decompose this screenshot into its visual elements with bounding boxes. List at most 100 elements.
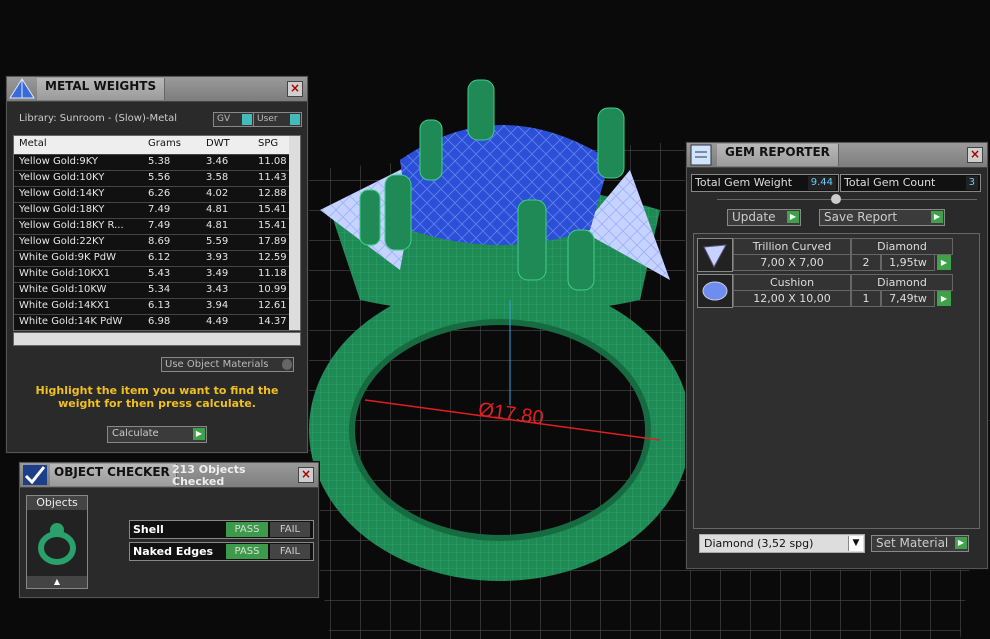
table-row[interactable]: White Gold:9K PdW 6.12 3.93 12.59 (14, 250, 289, 267)
metal-table[interactable]: Metal Grams DWT SPG Yellow Gold:9KY 5.38 3… (13, 135, 301, 331)
table-cell: 5.38 (148, 156, 171, 167)
table-cell: 12.88 (258, 188, 287, 199)
gem-count: 1 (851, 290, 881, 307)
metal-weights-title: METAL WEIGHTS (37, 78, 166, 100)
checkmark-icon (23, 465, 47, 485)
gem-reporter-titlebar[interactable]: GEM REPORTER × (687, 143, 987, 168)
close-icon[interactable]: × (967, 147, 983, 163)
object-checker-panel: OBJECT CHECKER 213 Objects Checked × Obj… (19, 462, 319, 598)
col-dwt[interactable]: DWT (206, 138, 230, 149)
panel-divider[interactable] (717, 199, 977, 200)
gem-count: 2 (851, 254, 881, 271)
col-metal[interactable]: Metal (19, 138, 47, 149)
table-row[interactable]: Yellow Gold:10KY 5.56 3.58 11.43 (14, 170, 289, 187)
table-row[interactable]: Yellow Gold:18KY 7.49 4.81 15.41 (14, 202, 289, 219)
fail-indicator: FAIL (270, 522, 310, 537)
use-object-materials-label: Use Object Materials (165, 359, 269, 370)
play-icon: ▶ (787, 211, 799, 223)
total-gem-weight-label: Total Gem Weight (695, 176, 793, 189)
col-spg[interactable]: SPG (258, 138, 278, 149)
divider-handle-icon[interactable] (831, 194, 841, 204)
gem-reporter-title: GEM REPORTER (717, 144, 839, 166)
col-grams[interactable]: Grams (148, 138, 181, 149)
save-report-button[interactable]: Save Report ▶ (819, 209, 945, 226)
fail-indicator: FAIL (270, 544, 310, 559)
gv-toggle[interactable]: GV (213, 112, 254, 127)
objects-label: Objects (27, 496, 87, 510)
gem-row[interactable]: Trillion Curved Diamond 7,00 X 7,00 2 1,95tw… (697, 238, 957, 272)
gem-reporter-panel: GEM REPORTER × Total Gem Weight 9.44 Tot… (686, 142, 988, 569)
table-cell: 5.56 (148, 172, 171, 183)
table-cell: 3.94 (206, 300, 229, 311)
table-cell: 6.12 (148, 252, 171, 263)
table-cell: 3.93 (206, 252, 229, 263)
play-icon[interactable]: ▶ (937, 291, 951, 306)
gem-size: 7,00 X 7,00 (733, 254, 851, 271)
metal-weights-titlebar[interactable]: METAL WEIGHTS × (7, 77, 307, 102)
user-label: User (257, 114, 278, 124)
ring-thumbnail-icon[interactable] (27, 512, 87, 572)
table-row[interactable]: Yellow Gold:14KY 6.26 4.02 12.88 (14, 186, 289, 203)
table-cell: 5.43 (148, 268, 171, 279)
total-gem-count-value: 3 (965, 176, 978, 190)
gem-row[interactable]: Cushion Diamond 12,00 X 10,00 1 7,49tw ▶ (697, 274, 957, 308)
table-cell: 6.98 (148, 316, 171, 327)
set-material-button[interactable]: Set Material ▶ (871, 535, 969, 552)
play-icon[interactable]: ▶ (937, 255, 951, 270)
check-name: Shell (133, 523, 164, 536)
user-toggle[interactable]: User (253, 112, 302, 127)
update-button[interactable]: Update ▶ (727, 209, 801, 226)
total-gem-weight-value: 9.44 (807, 176, 836, 190)
table-cell: White Gold:14K PdW (19, 316, 123, 327)
table-cell: 8.69 (148, 236, 171, 247)
table-cell: 7.49 (148, 204, 171, 215)
table-cell: 4.81 (206, 204, 229, 215)
object-checker-titlebar[interactable]: OBJECT CHECKER 213 Objects Checked × (20, 463, 318, 488)
total-gem-count-label: Total Gem Count (844, 176, 936, 189)
table-cell: 11.18 (258, 268, 287, 279)
calculate-button[interactable]: Calculate ▶ (107, 426, 207, 443)
gem-size: 12,00 X 10,00 (733, 290, 851, 307)
close-icon[interactable]: × (287, 81, 303, 97)
instruction-note: Highlight the item you want to find the … (35, 384, 279, 410)
check-row: Naked Edges PASS FAIL (129, 542, 314, 561)
table-cell: 3.49 (206, 268, 229, 279)
table-cell: 10.99 (258, 284, 287, 295)
table-cell: White Gold:10KX1 (19, 268, 111, 279)
gem-material: Diamond (851, 274, 953, 291)
gv-label: GV (217, 114, 231, 124)
table-cell: 3.46 (206, 156, 229, 167)
chevron-up-icon[interactable]: ▲ (27, 576, 87, 588)
library-label: Library: Sunroom - (Slow)-Metal (19, 113, 178, 124)
table-row[interactable]: Yellow Gold:9KY 5.38 3.46 11.08 (14, 154, 289, 171)
pass-indicator: PASS (226, 522, 268, 537)
report-icon (690, 144, 712, 166)
table-cell: Yellow Gold:18KY (19, 204, 105, 215)
close-icon[interactable]: × (298, 467, 314, 483)
use-object-materials-toggle[interactable]: Use Object Materials (161, 357, 294, 372)
vertical-scrollbar[interactable] (289, 136, 300, 330)
play-icon: ▶ (193, 428, 205, 440)
table-row[interactable]: White Gold:10KX1 5.43 3.49 11.18 (14, 266, 289, 283)
table-cell: 5.34 (148, 284, 171, 295)
gem-shape: Cushion (733, 274, 851, 291)
pass-indicator: PASS (226, 544, 268, 559)
table-row[interactable]: White Gold:14K PdW 6.98 4.49 14.37 (14, 314, 289, 330)
table-cell: 7.49 (148, 220, 171, 231)
table-cell: 17.89 (258, 236, 287, 247)
table-row[interactable]: White Gold:10KW 5.34 3.43 10.99 (14, 282, 289, 299)
total-gem-count: Total Gem Count 3 (840, 174, 981, 192)
chevron-down-icon[interactable]: ▼ (848, 536, 863, 551)
total-gem-weight: Total Gem Weight 9.44 (691, 174, 839, 192)
table-cell: Yellow Gold:10KY (19, 172, 105, 183)
table-cell: 15.41 (258, 220, 287, 231)
table-cell: 4.02 (206, 188, 229, 199)
table-row[interactable]: Yellow Gold:18KY R... 7.49 4.81 15.41 (14, 218, 289, 235)
table-row[interactable]: Yellow Gold:22KY 8.69 5.59 17.89 (14, 234, 289, 251)
table-cell: 14.37 (258, 316, 287, 327)
table-cell: Yellow Gold:14KY (19, 188, 105, 199)
material-select[interactable]: Diamond (3,52 spg) ▼ (699, 534, 865, 553)
table-row[interactable]: White Gold:14KX1 6.13 3.94 12.61 (14, 298, 289, 315)
table-header: Metal Grams DWT SPG (14, 136, 289, 154)
horizontal-scrollbar[interactable] (13, 332, 301, 346)
